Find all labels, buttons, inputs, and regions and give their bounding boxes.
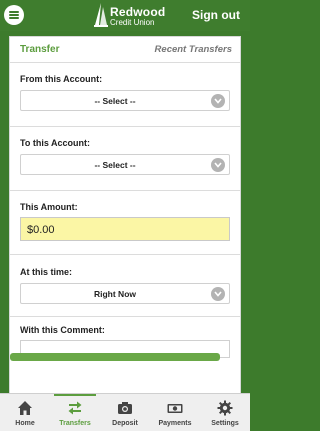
menu-button[interactable] — [4, 5, 24, 25]
nav-deposit-label: Deposit — [112, 420, 138, 427]
comment-section: With this Comment: — [10, 317, 240, 377]
from-account-label: From this Account: — [20, 74, 103, 84]
time-label: At this time: — [20, 267, 73, 277]
amount-section: This Amount: $0.00 — [10, 191, 240, 255]
from-account-select[interactable]: -- Select -- — [20, 90, 230, 111]
brand-subtitle: Credit Union — [110, 18, 155, 27]
transfers-icon — [68, 401, 82, 415]
to-account-section: To this Account: -- Select -- — [10, 127, 240, 191]
nav-settings-label: Settings — [211, 420, 239, 427]
amount-value: $0.00 — [27, 224, 55, 236]
menu-icon — [9, 11, 19, 13]
top-bar: Redwood Credit Union Sign out — [0, 0, 250, 31]
tab-transfer[interactable]: Transfer — [20, 44, 59, 55]
nav-payments[interactable]: Payments — [150, 394, 200, 431]
transfer-tabs: Transfer Recent Transfers — [10, 37, 240, 63]
brand-logo: Redwood Credit Union — [94, 3, 165, 29]
to-account-value: -- Select -- — [94, 160, 136, 170]
nav-payments-label: Payments — [158, 420, 192, 427]
camera-icon — [118, 402, 132, 414]
payments-icon — [167, 404, 183, 413]
amount-label: This Amount: — [20, 202, 78, 212]
from-account-value: -- Select -- — [94, 96, 136, 106]
tab-recent-transfers[interactable]: Recent Transfers — [155, 44, 232, 55]
amount-input[interactable]: $0.00 — [20, 217, 230, 241]
to-account-label: To this Account: — [20, 138, 90, 148]
nav-home-label: Home — [15, 420, 35, 427]
time-select[interactable]: Right Now — [20, 283, 230, 304]
tree-logo-icon — [94, 3, 108, 27]
to-account-select[interactable]: -- Select -- — [20, 154, 230, 175]
nav-deposit[interactable]: Deposit — [100, 394, 150, 431]
submit-button-partial[interactable] — [10, 353, 220, 361]
nav-home[interactable]: Home — [0, 394, 50, 431]
nav-settings[interactable]: Settings — [200, 394, 250, 431]
transfer-panel: Transfer Recent Transfers From this Acco… — [9, 36, 241, 396]
chevron-down-icon — [211, 287, 225, 301]
time-value: Right Now — [93, 289, 137, 299]
gear-icon — [217, 400, 233, 416]
from-account-section: From this Account: -- Select -- — [10, 63, 240, 127]
bottom-tab-bar: Home Transfers Deposit Payments Settings — [0, 393, 250, 431]
comment-label: With this Comment: — [20, 325, 105, 335]
brand-name: Redwood — [110, 5, 166, 19]
chevron-down-icon — [211, 94, 225, 108]
home-icon — [18, 401, 32, 415]
time-section: At this time: Right Now — [10, 255, 240, 317]
nav-transfers[interactable]: Transfers — [50, 394, 100, 431]
chevron-down-icon — [211, 158, 225, 172]
sign-out-button[interactable]: Sign out — [192, 8, 240, 22]
nav-transfers-label: Transfers — [59, 420, 91, 427]
